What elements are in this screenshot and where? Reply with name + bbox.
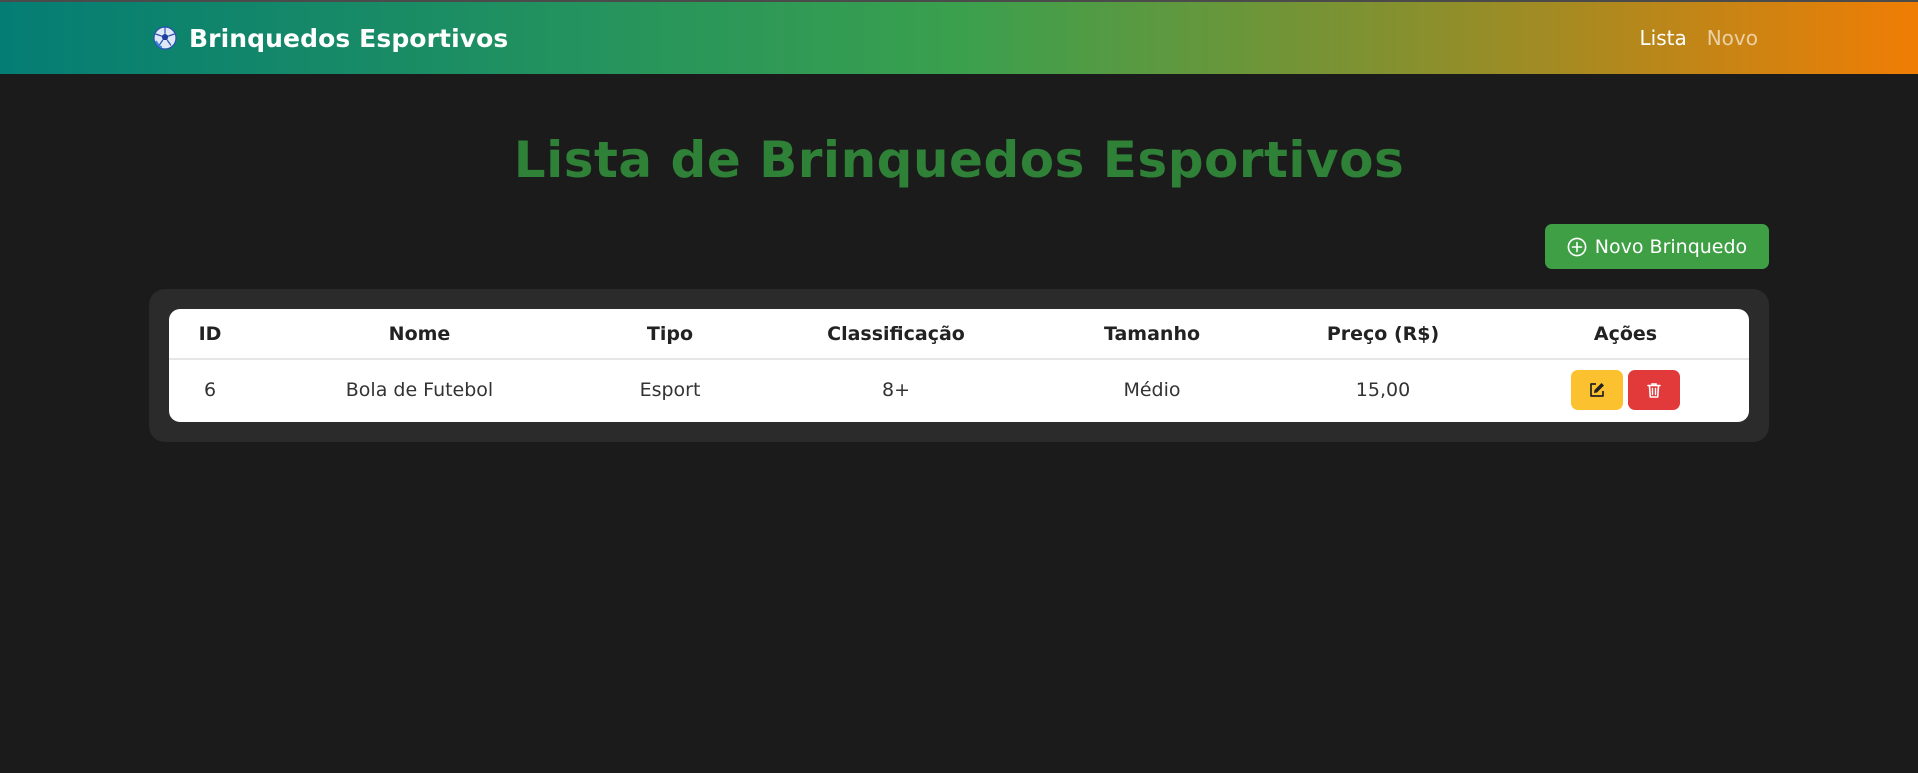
brand-title: Brinquedos Esportivos — [189, 23, 509, 53]
brand[interactable]: Brinquedos Esportivos — [153, 2, 508, 74]
table-header-row: ID Nome Tipo Classificação Tamanho Preço… — [169, 309, 1749, 360]
header-classificacao: Classificação — [752, 309, 1040, 360]
nav-link-novo[interactable]: Novo — [1707, 26, 1758, 50]
trash-icon — [1645, 381, 1663, 399]
header-id: ID — [169, 309, 251, 360]
page-title: Lista de Brinquedos Esportivos — [513, 131, 1405, 189]
soccer-ball-icon — [153, 26, 177, 50]
header-preco: Preço (R$) — [1264, 309, 1502, 360]
cell-tipo: Esport — [639, 379, 701, 401]
cell-nome: Bola de Futebol — [345, 379, 494, 401]
cell-id: 6 — [203, 379, 217, 401]
edit-button[interactable] — [1571, 370, 1623, 410]
nav-link-lista[interactable]: Lista — [1640, 26, 1687, 50]
toys-table: ID Nome Tipo Classificação Tamanho Preço… — [169, 309, 1749, 420]
cell-preco: 15,00 — [1355, 379, 1411, 401]
navbar: Brinquedos Esportivos Lista Novo — [0, 0, 1918, 74]
header-tipo: Tipo — [588, 309, 752, 360]
header-nome: Nome — [251, 309, 588, 360]
cell-acoes — [1502, 359, 1749, 420]
cell-classificacao: 8+ — [881, 379, 910, 401]
new-toy-button[interactable]: Novo Brinquedo — [1545, 224, 1769, 269]
cell-tamanho: Médio — [1123, 379, 1181, 401]
row-actions — [1502, 370, 1749, 410]
table-container: ID Nome Tipo Classificação Tamanho Preço… — [169, 309, 1749, 422]
delete-button[interactable] — [1628, 370, 1680, 410]
new-toy-button-label: Novo Brinquedo — [1594, 235, 1748, 258]
table-card: ID Nome Tipo Classificação Tamanho Preço… — [149, 289, 1769, 442]
header-tamanho: Tamanho — [1040, 309, 1264, 360]
table-row: 6 Bola de Futebol Esport 8+ Médio 15,00 — [169, 359, 1749, 420]
header-acoes: Ações — [1502, 309, 1749, 360]
nav-links: Lista Novo — [1640, 2, 1759, 74]
plus-circle-icon — [1567, 237, 1587, 257]
edit-icon — [1588, 381, 1606, 399]
